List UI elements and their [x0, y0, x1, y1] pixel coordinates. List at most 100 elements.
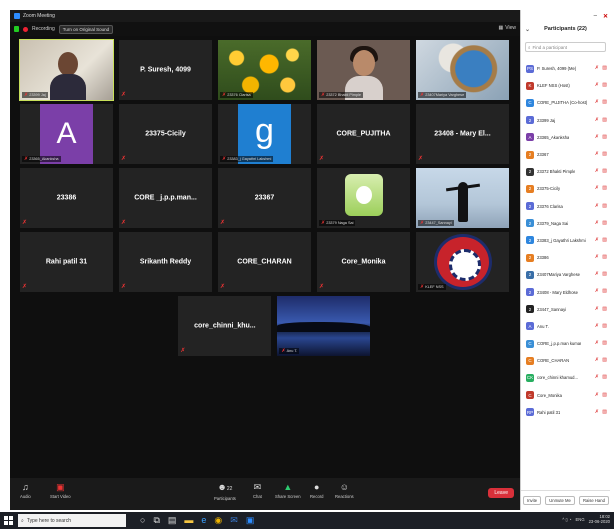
taskbar-search-input[interactable]: ⌕ Type here to search: [18, 514, 126, 527]
muted-mic-icon[interactable]: ✗ ▨: [595, 392, 608, 398]
muted-mic-icon[interactable]: ✗ ▨: [595, 357, 608, 363]
participant-row[interactable]: 2 23372 Bhakti Pimple ✗ ▨: [521, 163, 610, 180]
participant-row[interactable]: C Core_Monika ✗ ▨: [521, 387, 610, 404]
original-sound-button[interactable]: Turn on Original Sound: [58, 24, 114, 34]
muted-mic-icon[interactable]: ✗ ▨: [595, 203, 608, 209]
tray-icons[interactable]: ^ ▯ ◔: [562, 517, 571, 522]
participant-row[interactable]: 2 23386 ✗ ▨: [521, 249, 610, 266]
participant-tile[interactable]: 23375-Cicily ✗: [119, 104, 212, 164]
leave-button[interactable]: Leave: [488, 488, 514, 498]
cortana-icon[interactable]: ○: [140, 514, 145, 527]
chevron-down-icon[interactable]: ⌄: [525, 26, 530, 33]
participant-row[interactable]: 2 23376 Clarisa ✗ ▨: [521, 198, 610, 215]
participant-tile[interactable]: CORE_PUJITHA ✗: [317, 104, 410, 164]
edge-icon[interactable]: e: [201, 514, 206, 527]
store-icon[interactable]: ▤: [168, 514, 177, 527]
muted-mic-icon[interactable]: ✗ ▨: [595, 254, 608, 260]
participant-avatar: 2: [526, 116, 534, 125]
task-view-icon[interactable]: ⧉: [153, 514, 159, 527]
muted-mic-icon[interactable]: ✗ ▨: [595, 374, 608, 380]
participant-tile[interactable]: ✗23372 Bhakti Pimple: [317, 40, 410, 100]
muted-mic-icon[interactable]: ✗ ▨: [595, 117, 608, 123]
muted-mic-icon[interactable]: ✗ ▨: [595, 151, 608, 157]
participants-button[interactable]: ☻22 Participants: [214, 482, 236, 501]
chrome-icon[interactable]: ◉: [214, 514, 222, 527]
muted-mic-icon[interactable]: ✗ ▨: [595, 168, 608, 174]
view-button[interactable]: ▦ View: [499, 25, 516, 31]
muted-mic-icon[interactable]: ✗ ▨: [595, 65, 608, 71]
participant-name: 23386: [56, 194, 77, 202]
participant-tile[interactable]: ✗23376 Clarisa: [218, 40, 311, 100]
participant-row[interactable]: C CORE_PUJITHA (Co-host) ✗ ▨: [521, 94, 610, 111]
start-video-button[interactable]: ▣ Start Video: [50, 482, 71, 499]
muted-mic-icon[interactable]: ✗ ▨: [595, 340, 608, 346]
encryption-shield-icon[interactable]: [14, 26, 19, 32]
participant-row[interactable]: A 23365_Akanksha ✗ ▨: [521, 129, 610, 146]
muted-mic-icon[interactable]: ✗ ▨: [595, 306, 608, 312]
participant-row[interactable]: 2 23375-Cicily ✗ ▨: [521, 180, 610, 197]
participant-tile[interactable]: core_chinni_khu... ✗: [178, 296, 272, 356]
clock[interactable]: 18:02 23-06-2020: [589, 514, 610, 524]
participant-row[interactable]: C CORE_CHARAN ✗ ▨: [521, 352, 610, 369]
participant-row[interactable]: RP Rahi patil 31 ✗ ▨: [521, 404, 610, 421]
participant-row[interactable]: 2 23399 Jaj ✗ ▨: [521, 112, 610, 129]
reactions-button[interactable]: ☺ Reactions: [335, 482, 354, 499]
participant-tile[interactable]: ✗23407Mariya Varghese: [416, 40, 509, 100]
participant-row[interactable]: 2 23383_j Gayathri Lakshmi ✗ ▨: [521, 232, 610, 249]
participant-row[interactable]: PS P. Suresh, 4099 (Me) ✗ ▨: [521, 60, 610, 77]
participant-tile[interactable]: ✗KLEF NSS: [416, 232, 509, 292]
record-button[interactable]: ● Record: [310, 482, 324, 499]
zoom-taskbar-icon[interactable]: ▣: [246, 514, 255, 527]
raise-hand-button[interactable]: Raise Hand: [579, 496, 609, 505]
participant-row[interactable]: 2 23367 ✗ ▨: [521, 146, 610, 163]
participant-tile[interactable]: Rahi patil 31 ✗: [20, 232, 113, 292]
participant-tile[interactable]: ✗23379 Naga Sai: [317, 168, 410, 228]
participant-search-input[interactable]: ⌕ Find a participant: [525, 42, 606, 52]
participant-tile[interactable]: ✗23447_Sannayi: [416, 168, 509, 228]
invite-button[interactable]: Invite: [523, 496, 542, 505]
participant-tile[interactable]: g ✗23383_j Gayathri Lakshmi: [218, 104, 311, 164]
muted-mic-icon[interactable]: ✗ ▨: [595, 323, 608, 329]
participant-tile[interactable]: Core_Monika ✗: [317, 232, 410, 292]
participant-tile[interactable]: 23386 ✗: [20, 168, 113, 228]
muted-mic-icon[interactable]: ✗ ▨: [595, 409, 608, 415]
muted-mic-icon[interactable]: ✗ ▨: [595, 271, 608, 277]
muted-mic-icon[interactable]: ✗ ▨: [595, 237, 608, 243]
panel-close-button[interactable]: ✕: [603, 13, 608, 20]
participant-name: 23375-Cicily: [145, 130, 186, 138]
participant-row[interactable]: CK core_chinni khamud... ✗ ▨: [521, 369, 610, 386]
participant-tile[interactable]: 23408 - Mary El... ✗: [416, 104, 509, 164]
participant-tile[interactable]: Srikanth Reddy ✗: [119, 232, 212, 292]
windows-start-icon[interactable]: [4, 516, 13, 525]
participant-row[interactable]: 2 23407Mariya Varghese ✗ ▨: [521, 266, 610, 283]
panel-minimize-button[interactable]: –: [594, 13, 597, 19]
participant-tile[interactable]: P. Suresh, 4099 ✗: [119, 40, 212, 100]
participant-row[interactable]: 2 23379_Naga Sai ✗ ▨: [521, 215, 610, 232]
chat-button[interactable]: ✉ Chat: [253, 482, 262, 499]
participant-row[interactable]: A Anu T. ✗ ▨: [521, 318, 610, 335]
muted-mic-icon[interactable]: ✗ ▨: [595, 288, 608, 294]
muted-mic-icon[interactable]: ✗ ▨: [595, 134, 608, 140]
muted-mic-icon[interactable]: ✗ ▨: [595, 82, 608, 88]
participant-row[interactable]: 2 23447_Sannayi ✗ ▨: [521, 301, 610, 318]
participant-tile[interactable]: ✗Anu T.: [277, 296, 371, 356]
participant-tile[interactable]: CORE _j.p.p.man... ✗: [119, 168, 212, 228]
participant-row[interactable]: 2 23408 - Mary Eldhose ✗ ▨: [521, 283, 610, 300]
participant-row[interactable]: K KLEF NSS (Host) ✗ ▨: [521, 77, 610, 94]
participant-tile[interactable]: A ✗23365_Akanksha: [20, 104, 113, 164]
file-explorer-icon[interactable]: ▬: [184, 514, 193, 527]
muted-mic-icon[interactable]: ✗ ▨: [595, 220, 608, 226]
participant-tile[interactable]: 23367 ✗: [218, 168, 311, 228]
share-screen-button[interactable]: ▲ Share Screen: [275, 482, 301, 499]
mail-icon[interactable]: ✉: [230, 514, 238, 527]
profile-picture: A: [40, 104, 93, 164]
participant-tile[interactable]: CORE_CHARAN ✗: [218, 232, 311, 292]
audio-button[interactable]: ♫ Audio: [20, 482, 31, 499]
participant-tile[interactable]: ✗23399 Jaj: [19, 39, 114, 101]
participant-row[interactable]: C CORE_j.p.p.man kumar ✗ ▨: [521, 335, 610, 352]
language-indicator[interactable]: ENG: [576, 517, 585, 522]
muted-mic-icon: ✗: [418, 156, 424, 162]
muted-mic-icon[interactable]: ✗ ▨: [595, 185, 608, 191]
unmute-me-button[interactable]: Unmute Me: [545, 496, 575, 505]
muted-mic-icon[interactable]: ✗ ▨: [595, 99, 608, 105]
